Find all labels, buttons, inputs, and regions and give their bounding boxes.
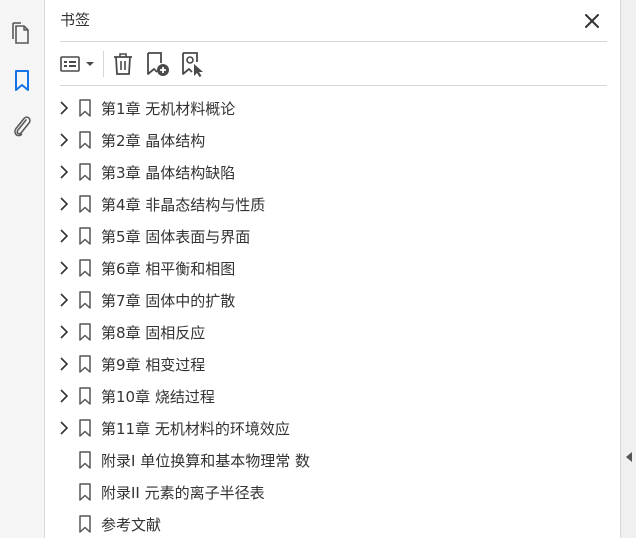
close-panel-button[interactable] xyxy=(581,10,603,32)
bookmark-row[interactable]: 第7章 固体中的扩散 xyxy=(45,284,620,316)
chevron-right-icon xyxy=(60,261,69,275)
bookmark-label: 第7章 固体中的扩散 xyxy=(101,292,236,310)
attachment-icon xyxy=(14,116,31,137)
chevron-right-icon xyxy=(60,357,69,371)
chevron-right-icon xyxy=(60,229,69,243)
bookmark-row[interactable]: 第11章 无机材料的环境效应 xyxy=(45,412,620,444)
bookmark-icon xyxy=(79,419,91,437)
bookmark-label: 第2章 晶体结构 xyxy=(101,132,206,150)
pages-icon xyxy=(12,22,29,44)
delete-bookmark-button[interactable] xyxy=(111,50,135,78)
expand-toggle[interactable] xyxy=(57,165,71,179)
bookmark-label: 参考文献 xyxy=(101,516,162,534)
chevron-right-icon xyxy=(60,421,69,435)
bookmark-icon xyxy=(79,355,91,373)
bookmark-icon xyxy=(79,259,91,277)
expand-toggle[interactable] xyxy=(57,101,71,115)
bookmark-icon xyxy=(79,451,91,469)
expand-toggle[interactable] xyxy=(57,229,71,243)
bookmark-icon xyxy=(79,163,91,181)
pages-button[interactable] xyxy=(8,20,36,48)
chevron-right-icon xyxy=(60,197,69,211)
bookmark-icon xyxy=(15,70,29,91)
bookmark-row[interactable]: 第1章 无机材料概论 xyxy=(45,92,620,124)
toolbar-divider xyxy=(60,85,607,86)
close-icon xyxy=(585,14,599,28)
bookmark-label: 第1章 无机材料概论 xyxy=(101,100,236,118)
chevron-right-icon xyxy=(60,101,69,115)
bookmark-icon xyxy=(79,387,91,405)
bookmark-label: 第5章 固体表面与界面 xyxy=(101,228,251,246)
bookmarks-button[interactable] xyxy=(8,67,36,95)
bookmark-icon xyxy=(79,227,91,245)
expand-toggle[interactable] xyxy=(57,325,71,339)
chevron-right-icon xyxy=(60,133,69,147)
bookmark-label: 第4章 非晶态结构与性质 xyxy=(101,196,266,214)
bookmarks-toolbar xyxy=(45,48,620,80)
new-bookmark-button[interactable] xyxy=(145,50,171,78)
expand-toggle[interactable] xyxy=(57,389,71,403)
app-window: 书签 第1章 无机材料概论 第2章 晶体结构 第3章 晶体结构缺陷 第4章 非晶… xyxy=(0,0,636,538)
attachments-button[interactable] xyxy=(8,112,36,140)
bookmark-icon xyxy=(79,195,91,213)
bookmark-row[interactable]: 第6章 相平衡和相图 xyxy=(45,252,620,284)
options-menu-button[interactable] xyxy=(59,50,99,78)
bookmark-row[interactable]: 第8章 固相反应 xyxy=(45,316,620,348)
bookmark-list: 第1章 无机材料概论 第2章 晶体结构第3章 晶体结构缺陷第4章 非晶态结构与性质… xyxy=(45,92,620,538)
bookmark-row[interactable]: 第10章 烧结过程 xyxy=(45,380,620,412)
bookmark-label: 第8章 固相反应 xyxy=(101,324,206,342)
options-menu-icon xyxy=(60,56,94,72)
expand-toggle[interactable] xyxy=(57,421,71,435)
right-collapse-strip[interactable] xyxy=(620,0,636,538)
bookmark-row[interactable]: 第4章 非晶态结构与性质 xyxy=(45,188,620,220)
bookmark-label: 第11章 无机材料的环境效应 xyxy=(101,420,290,438)
bookmark-label: 附录I 单位换算和基本物理常 数 xyxy=(101,452,310,470)
bookmark-row[interactable]: 第3章 晶体结构缺陷 xyxy=(45,156,620,188)
expand-toggle[interactable] xyxy=(57,261,71,275)
bookmark-label: 附录II 元素的离子半径表 xyxy=(101,484,265,502)
chevron-right-icon xyxy=(60,389,69,403)
expand-left-arrow-icon[interactable] xyxy=(625,451,633,463)
panel-title: 书签 xyxy=(60,11,91,29)
bookmark-icon xyxy=(79,515,91,533)
chevron-right-icon xyxy=(60,293,69,307)
header-divider xyxy=(60,41,607,42)
bookmark-label: 第9章 相变过程 xyxy=(101,356,206,374)
bookmarks-panel: 书签 第1章 无机材料概论 第2章 晶体结构 第3章 晶体结构缺陷 第4章 非晶… xyxy=(45,0,620,538)
bookmark-icon xyxy=(79,483,91,501)
bookmark-label: 第10章 烧结过程 xyxy=(101,388,215,406)
panel-header: 书签 xyxy=(45,0,620,40)
new-bookmark-icon xyxy=(147,52,169,76)
navigation-rail xyxy=(0,0,45,538)
bookmark-row[interactable]: 第9章 相变过程 xyxy=(45,348,620,380)
delete-icon xyxy=(114,53,132,75)
bookmark-icon xyxy=(79,291,91,309)
toolbar-separator xyxy=(103,51,104,77)
bookmark-from-selection-button[interactable] xyxy=(179,50,205,78)
bookmark-from-selection-icon xyxy=(182,52,203,77)
expand-toggle[interactable] xyxy=(57,133,71,147)
bookmark-row[interactable]: 附录II 元素的离子半径表 xyxy=(45,476,620,508)
bookmark-row[interactable]: 附录I 单位换算和基本物理常 数 xyxy=(45,444,620,476)
bookmark-row[interactable]: 参考文献 xyxy=(45,508,620,538)
bookmark-row[interactable]: 第5章 固体表面与界面 xyxy=(45,220,620,252)
bookmark-icon xyxy=(79,131,91,149)
bookmark-label: 第6章 相平衡和相图 xyxy=(101,260,236,278)
expand-toggle[interactable] xyxy=(57,357,71,371)
bookmark-icon xyxy=(79,323,91,341)
bookmark-label: 第3章 晶体结构缺陷 xyxy=(101,164,236,182)
expand-toggle[interactable] xyxy=(57,197,71,211)
bookmark-icon xyxy=(79,99,91,117)
bookmark-row[interactable]: 第2章 晶体结构 xyxy=(45,124,620,156)
chevron-right-icon xyxy=(60,165,69,179)
expand-toggle[interactable] xyxy=(57,293,71,307)
chevron-right-icon xyxy=(60,325,69,339)
